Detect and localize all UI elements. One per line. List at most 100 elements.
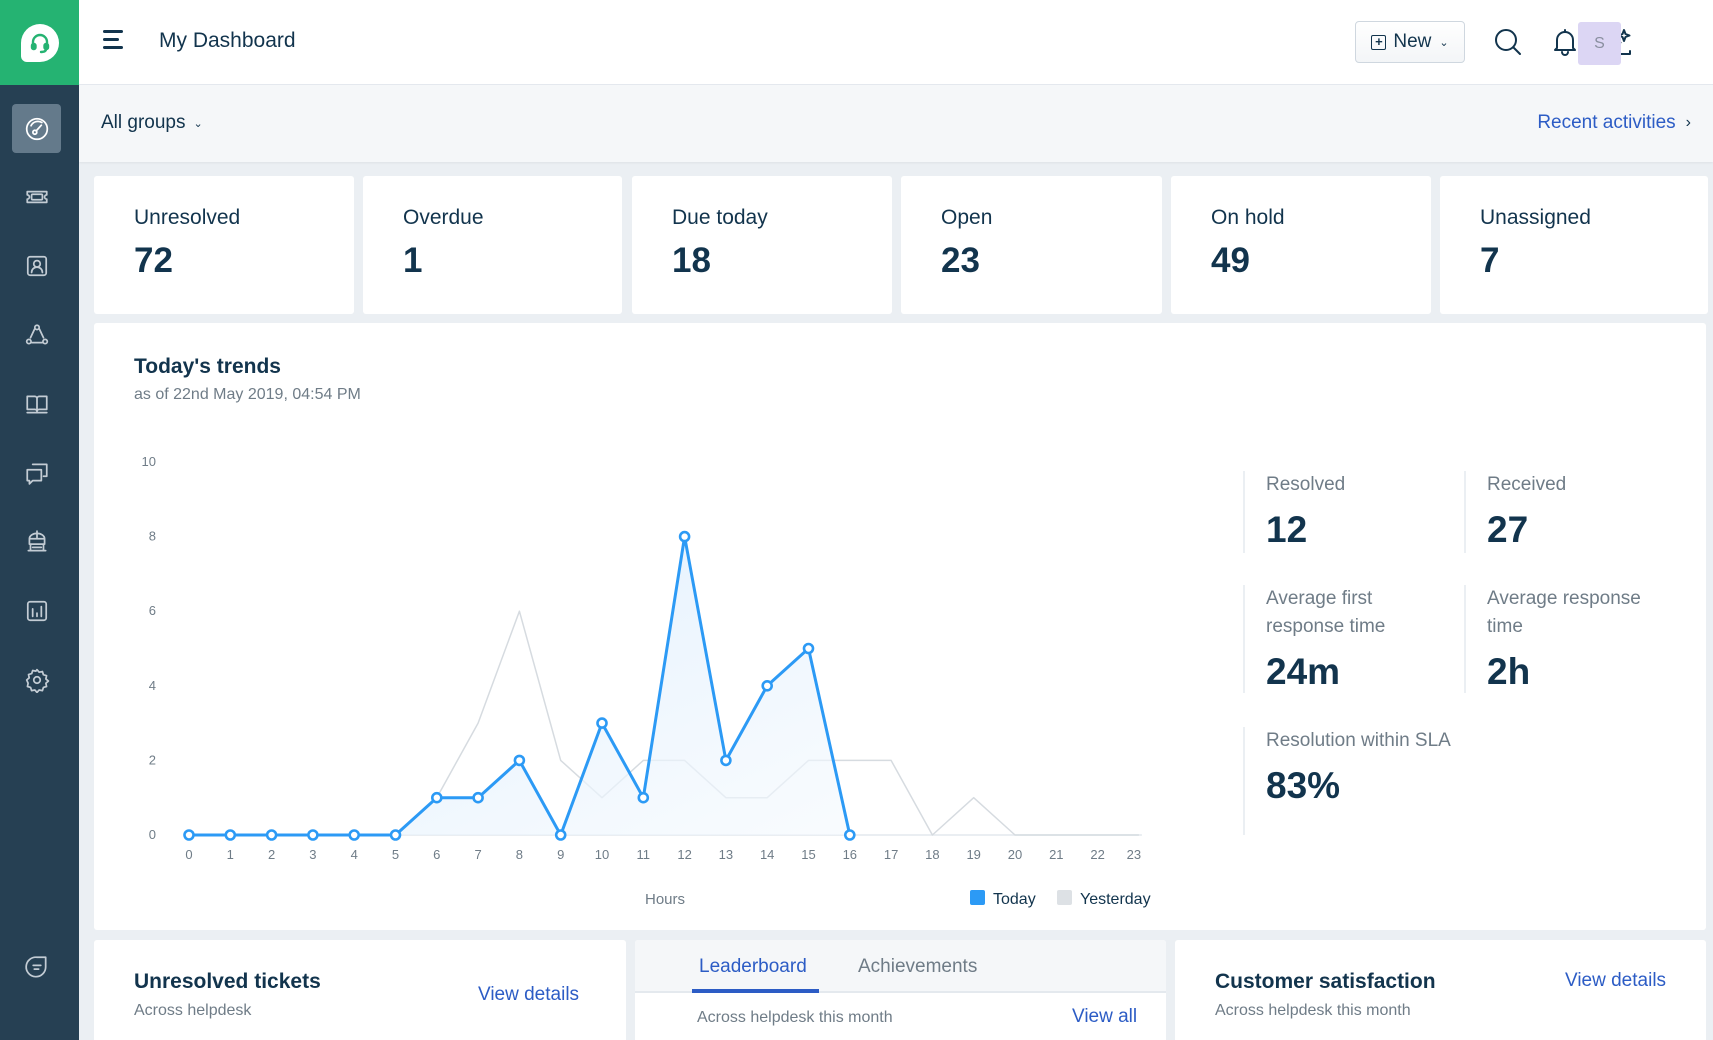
stat-card-unassigned[interactable]: Unassigned 7 [1440,176,1708,314]
data-point[interactable] [307,829,319,841]
group-dropdown[interactable]: All groups ⌄ [101,112,203,134]
x-tick-label: 1 [227,847,234,862]
data-point[interactable] [637,791,650,804]
data-point[interactable] [596,717,608,729]
metric-value: 24m [1266,651,1341,692]
x-tick-label: 10 [595,847,609,862]
sidebar-item-tickets[interactable] [12,172,61,221]
data-point[interactable] [678,530,691,543]
data-point[interactable] [389,829,402,841]
x-tick-label: 23 [1127,847,1141,862]
metric-avg-response: Average response time 2h [1464,585,1674,693]
y-tick-label: 2 [149,752,156,767]
stat-card-overdue[interactable]: Overdue 1 [363,176,622,314]
recent-activities-label: Recent activities [1537,112,1676,133]
sidebar-item-dashboard[interactable] [12,104,61,153]
stat-label: On hold [1211,206,1285,229]
sidebar-item-forums[interactable] [12,448,61,497]
data-point[interactable] [472,791,484,804]
metric-label: Resolved [1266,474,1346,495]
tab-achievements[interactable]: Achievements [858,956,977,978]
series-area [189,536,850,835]
new-button-label: New [1393,31,1432,52]
data-point[interactable] [554,829,567,841]
avatar[interactable]: S [1578,22,1621,65]
recent-activities-link[interactable]: Recent activities › [1537,112,1691,134]
sidebar-item-chat[interactable] [12,942,61,991]
metric-label: Resolution within SLA [1266,730,1451,751]
top-header: My Dashboard + New ⌄ S [79,0,1713,85]
legend-item-yesterday[interactable]: Yesterday [1057,889,1151,909]
trends-chart: 0246810 0 1 2 3 4 5 6 7 8 9 10 11 12 13 14 15 16 17 18 19 20… [142,454,1142,908]
view-details-link[interactable]: View details [478,984,579,1006]
x-tick-label: 2 [268,847,275,862]
sidebar-item-admin[interactable] [12,655,61,704]
arena-icon [26,529,47,552]
y-tick-label: 0 [149,827,156,842]
data-point[interactable] [802,642,815,655]
stat-value: 72 [134,241,173,280]
stat-card-open[interactable]: Open 23 [901,176,1162,314]
stat-value: 49 [1211,241,1250,280]
x-tick-label: 17 [884,847,898,862]
customer-satisfaction-card: Customer satisfaction Across helpdesk th… [1175,940,1706,1040]
sidebar-item-reports[interactable] [12,586,61,635]
sidebar [0,0,79,1040]
sidebar-item-groups[interactable] [12,310,61,359]
data-point[interactable] [843,829,856,841]
sidebar-item-arcade[interactable] [12,517,61,566]
tab-leaderboard[interactable]: Leaderboard [699,956,807,978]
x-tick-label: 9 [557,847,564,862]
bar-chart-icon [26,600,47,621]
legend-label: Yesterday [1080,891,1151,908]
view-all-link[interactable]: View all [1072,1006,1137,1028]
active-tab-indicator [692,989,819,993]
y-tick-label: 8 [149,529,156,544]
chevron-down-icon: ⌄ [193,117,203,130]
x-tick-label: 5 [392,847,399,862]
x-tick-label: 11 [637,847,651,862]
data-point[interactable] [348,829,361,841]
ticket-icon [25,190,48,203]
stat-value: 1 [403,241,423,280]
x-tick-label: 20 [1008,847,1022,862]
new-button[interactable]: + New ⌄ [1355,21,1465,63]
stat-card-unresolved[interactable]: Unresolved 72 [94,176,354,314]
legend-item-today[interactable]: Today [970,889,1036,909]
stat-label: Open [941,206,993,229]
network-icon [25,323,48,345]
stat-label: Due today [672,206,768,229]
data-point[interactable] [183,829,195,841]
chevron-down-icon: ⌄ [1439,36,1449,49]
card-subtitle: Across helpdesk this month [697,1009,893,1026]
card-title: Customer satisfaction [1215,970,1436,993]
y-tick-label: 4 [149,678,156,693]
logo[interactable] [0,0,79,85]
data-point[interactable] [265,829,278,841]
unresolved-tickets-card: Unresolved tickets Across helpdesk View … [94,940,626,1040]
bell-icon [1554,29,1576,56]
legend-swatch-yesterday [1057,889,1072,905]
metric-label: Received [1487,474,1567,495]
search-button[interactable] [1488,22,1528,62]
group-filter-bar: All groups ⌄ Recent activities › [79,85,1713,162]
book-icon [25,395,48,414]
data-point[interactable] [224,829,237,841]
x-tick-label: 8 [516,847,523,862]
sidebar-item-solutions[interactable] [12,379,61,428]
data-point[interactable] [761,679,774,692]
stat-card-on-hold[interactable]: On hold 49 [1171,176,1431,314]
x-tick-label: 14 [760,847,774,862]
stat-value: 23 [941,241,980,280]
legend-swatch-today [970,889,985,905]
stat-label: Unassigned [1480,206,1591,229]
data-point[interactable] [430,791,443,804]
sidebar-item-contacts[interactable] [12,241,61,290]
data-point[interactable] [513,754,526,767]
card-title: Unresolved tickets [134,970,321,993]
headset-icon [20,23,59,62]
data-point[interactable] [720,754,732,767]
stat-card-due-today[interactable]: Due today 18 [632,176,892,314]
view-details-link[interactable]: View details [1565,970,1666,992]
menu-toggle-icon[interactable] [103,30,127,52]
